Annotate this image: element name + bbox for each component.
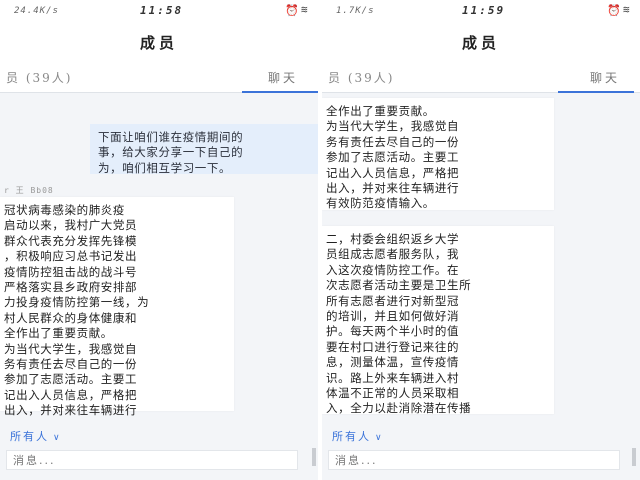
message-bubble-incoming[interactable]: 二，村委会组织返乡大学 员组成志愿者服务队，我 入这次疫情防控工作。在 次志愿者… [322, 226, 554, 416]
audience-selector[interactable]: 所有人 ∨ [332, 428, 384, 444]
clock: 11:58 [140, 4, 184, 17]
network-speed: 1.7K/s [336, 6, 375, 16]
message-input[interactable] [6, 450, 298, 470]
clock: 11:59 [462, 4, 506, 17]
message-line: 力投身疫情防控第一线，为 [4, 295, 150, 310]
scrollbar-handle[interactable] [632, 448, 636, 466]
message-line: 所有志愿者进行对新型冠 [326, 293, 460, 308]
message-line: 的培训，并且如何做好消 [326, 309, 460, 324]
message-line: 识。路上外来车辆进入村 [326, 370, 460, 385]
status-bar: 1.7K/s 11:59 ⏰ ≋ [322, 0, 640, 22]
message-line: 为当代大学生，我感觉自 [326, 119, 460, 134]
message-input[interactable] [328, 450, 620, 470]
active-tab-indicator [242, 91, 318, 93]
audience-label: 所有人 [332, 430, 371, 443]
message-line: 启动以来，我村广大党员 [4, 218, 138, 233]
message-line: 体温不正常的人员采取相 [326, 386, 460, 401]
message-line: 记出入人员信息，严格把 [326, 165, 460, 180]
message-line: 记出入人员信息，严格把 [4, 387, 138, 402]
message-line: 群众代表充分发挥先锋模 [4, 233, 138, 248]
alarm-icon: ⏰ [285, 4, 299, 17]
title-bar: 成员 [0, 22, 318, 64]
audience-label: 所有人 [10, 430, 49, 443]
tab-chat[interactable]: 聊天 [268, 69, 298, 86]
message-line: 参加了志愿活动。主要工 [4, 372, 138, 387]
message-line: 为，咱们相互学习一下。 [98, 160, 232, 175]
tab-bar: 员 (39人) 聊天 [322, 64, 640, 93]
message-line: 务有责任去尽自己的一份 [326, 134, 460, 149]
message-line: 二，村委会组织返乡大学 [326, 232, 460, 246]
message-bubble-outgoing[interactable]: 下面让咱们谁在疫情期间的 事，给大家分享一下自己的 为，咱们相互学习一下。 [90, 124, 318, 175]
wifi-icon: ≋ [301, 3, 308, 16]
status-bar: 24.4K/s 11:58 ⏰ ≋ [0, 0, 318, 22]
message-line: 为当代大学生，我感觉自 [4, 341, 138, 356]
message-line: 入，全力以赴消除潜在传播 [326, 401, 472, 416]
message-line: 出入，并对来往车辆进行 [4, 403, 138, 418]
audience-selector[interactable]: 所有人 ∨ [10, 428, 62, 444]
left-screen: 24.4K/s 11:58 ⏰ ≋ 成员 员 (39人) 聊天 下面让咱们谁在疫… [0, 0, 318, 480]
scrollbar-handle[interactable] [312, 448, 316, 466]
tab-members[interactable]: 员 (39人) [6, 69, 72, 86]
chevron-down-icon: ∨ [53, 433, 62, 443]
page-title: 成员 [140, 34, 179, 52]
message-line: 参加了志愿活动。主要工 [326, 150, 460, 165]
sender-name: r 王 Bb08 [4, 186, 54, 195]
message-line: 务有责任去尽自己的一份 [4, 357, 138, 372]
message-line: 全作出了重要贡献。 [4, 326, 113, 341]
message-line: 出入，并对来往车辆进行 [326, 181, 460, 196]
message-line: 员组成志愿者服务队，我 [326, 247, 460, 262]
message-bubble-incoming[interactable]: 冠状病毒感染的肺炎疫 启动以来，我村广大党员 群众代表充分发挥先锋模 ，积极响应… [0, 197, 234, 417]
message-line: 冠状病毒感染的肺炎疫 [4, 203, 125, 217]
message-line: 下面让咱们谁在疫情期间的 [98, 130, 244, 144]
message-line: 入这次疫情防控工作。在 [326, 262, 460, 277]
chat-footer: 所有人 ∨ [322, 420, 640, 480]
message-line: 要在村口进行登记来往的 [326, 339, 460, 354]
chevron-down-icon: ∨ [375, 433, 384, 443]
message-line: 次志愿者活动主要是卫生所 [326, 278, 472, 293]
message-line: 村人民群众的身体健康和 [4, 310, 138, 325]
message-line: 息，测量体温，宣传疫情 [326, 355, 460, 370]
message-line: 全作出了重要贡献。 [326, 104, 435, 118]
message-line: 事，给大家分享一下自己的 [98, 145, 244, 160]
tab-chat[interactable]: 聊天 [590, 69, 620, 86]
tab-members[interactable]: 员 (39人) [328, 69, 394, 86]
right-screen: 1.7K/s 11:59 ⏰ ≋ 成员 员 (39人) 聊天 全作出了重要贡献。… [322, 0, 640, 480]
page-title: 成员 [462, 34, 501, 52]
message-line: 护。每天两个半小时的值 [326, 324, 460, 339]
title-bar: 成员 [322, 22, 640, 64]
message-line: 疫情防控狙击战的战斗号 [4, 264, 138, 279]
tab-bar: 员 (39人) 聊天 [0, 64, 318, 93]
wifi-icon: ≋ [623, 3, 630, 16]
message-bubble-incoming[interactable]: 全作出了重要贡献。 为当代大学生，我感觉自 务有责任去尽自己的一份 参加了志愿活… [322, 98, 554, 210]
active-tab-indicator [558, 91, 634, 93]
message-line: 有效防范疫情输入。 [326, 196, 435, 211]
chat-footer: 所有人 ∨ [0, 420, 318, 480]
alarm-icon: ⏰ [607, 4, 621, 17]
network-speed: 24.4K/s [14, 6, 59, 16]
message-line: ，积极响应习总书记发出 [4, 249, 138, 264]
message-line: 严格落实县乡政府安排部 [4, 280, 138, 295]
